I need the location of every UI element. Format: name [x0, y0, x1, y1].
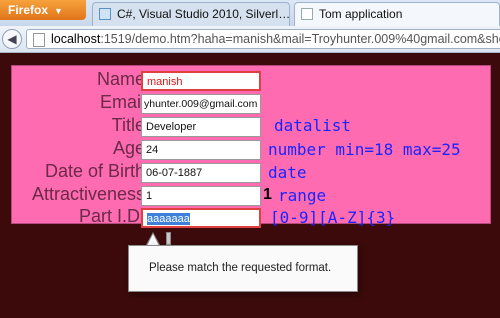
firefox-menu-button[interactable]: Firefox ▼	[0, 0, 86, 20]
firefox-menu-label: Firefox	[8, 3, 49, 17]
url-host: localhost	[51, 32, 101, 46]
name-label: Name	[96, 69, 145, 89]
name-row: Name manish	[12, 69, 492, 91]
age-input[interactable]: 24	[141, 140, 261, 160]
url-path: :1519/demo.htm?haha=manish&mail=Troyhunt…	[100, 32, 500, 46]
chevron-down-icon: ▼	[54, 6, 63, 16]
tooltip-message: Please match the requested format.	[149, 262, 332, 274]
email-row: Email yhunter.009@gmail.com	[12, 92, 492, 114]
dob-row: Date of Birth 06-07-1887 date	[12, 161, 492, 183]
dob-hint: date	[268, 163, 307, 182]
tab-csharp[interactable]: C#, Visual Studio 2010, Silverl…	[92, 2, 290, 26]
dob-input[interactable]: 06-07-1887	[141, 163, 261, 183]
age-row: Age 24 number min=18 max=25	[12, 138, 492, 160]
title-input[interactable]: Developer	[141, 117, 261, 137]
part-id-input[interactable]: aaaaaaa	[141, 208, 261, 228]
back-button[interactable]: ◀	[2, 29, 22, 49]
attractiveness-input[interactable]: 1	[141, 186, 261, 206]
attractiveness-row: Attractiveness 1 1 range	[12, 184, 492, 206]
tooltip-marker	[166, 232, 171, 245]
age-hint: number min=18 max=25	[268, 140, 461, 159]
page-icon	[33, 32, 45, 47]
part-id-hint: [0-9][A-Z]{3}	[270, 208, 396, 227]
browser-titlebar: Firefox ▼ C#, Visual Studio 2010, Silverl…	[0, 0, 500, 27]
name-input[interactable]: manish	[141, 71, 261, 91]
page-icon	[99, 8, 111, 20]
part-id-row: Part I.D. aaaaaaa [0-9][A-Z]{3}	[12, 206, 492, 228]
title-hint: datalist	[274, 116, 352, 135]
tab-label: Tom application	[319, 7, 403, 21]
attractiveness-hint: range	[278, 186, 327, 205]
form-panel: Name manish Email yhunter.009@gmail.com …	[11, 65, 492, 228]
email-label: Email	[99, 92, 145, 112]
page-icon	[301, 8, 313, 20]
attractiveness-label: Attractiveness	[31, 184, 145, 204]
url-bar[interactable]: localhost:1519/demo.htm?haha=manish&mail…	[26, 29, 500, 49]
title-row: Title Developer datalist	[12, 115, 492, 137]
email-input[interactable]: yhunter.009@gmail.com	[141, 94, 261, 114]
validation-tooltip: Please match the requested format.	[128, 245, 358, 292]
dob-label: Date of Birth	[44, 161, 145, 181]
navigation-bar: ◀ localhost:1519/demo.htm?haha=manish&ma…	[0, 26, 500, 53]
tab-label: C#, Visual Studio 2010, Silverl…	[117, 7, 290, 21]
part-id-label: Part I.D.	[78, 206, 145, 226]
part-id-selected-text: aaaaaaa	[147, 213, 190, 225]
title-label: Title	[111, 115, 145, 135]
tab-tom-application[interactable]: Tom application	[294, 2, 500, 26]
back-arrow-icon: ◀	[7, 32, 17, 46]
range-value: 1	[263, 186, 272, 203]
